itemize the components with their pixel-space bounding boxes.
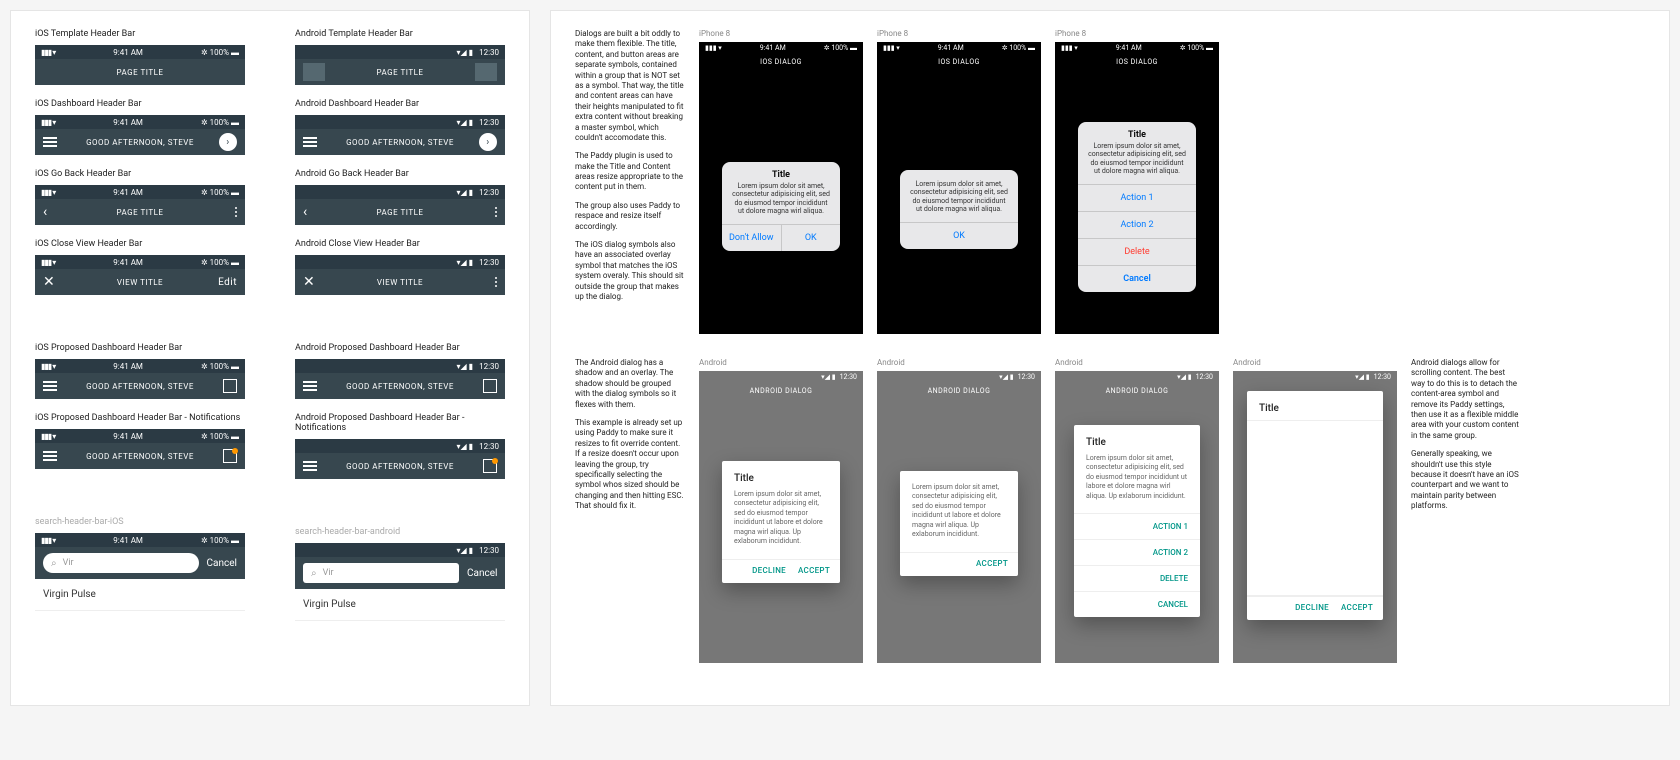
accept-button[interactable]: ACCEPT — [1341, 603, 1373, 612]
search-bar: ⌕ Vir Cancel — [295, 557, 505, 589]
header-bar: GOOD AFTERNOON, STEVE › — [35, 129, 245, 155]
ios-dialog: Title Lorem ipsum dolor sit amet, consec… — [1078, 122, 1196, 292]
decline-button[interactable]: DECLINE — [752, 566, 786, 575]
close-icon[interactable]: ✕ — [303, 274, 315, 290]
status-battery: ✲ 100% ▬ — [201, 48, 239, 57]
notification-badge-icon[interactable] — [223, 449, 237, 463]
hamburger-icon[interactable] — [43, 451, 57, 461]
search-cancel[interactable]: Cancel — [207, 558, 237, 569]
label-android-proposed: Android Proposed Dashboard Header Bar — [295, 343, 505, 353]
ios-dialog: Title Lorem ipsum dolor sit amet, consec… — [722, 162, 840, 251]
label-android-template: Android Template Header Bar — [295, 29, 505, 39]
android-dialog: Lorem ipsum dolor sit amet, consectetur … — [900, 471, 1018, 576]
signal-icon: ▮▮▮ ▾ — [41, 48, 55, 57]
hamburger-icon[interactable] — [303, 137, 317, 147]
label-ios-goback: iOS Go Back Header Bar — [35, 169, 245, 179]
label-android-dashboard: Android Dashboard Header Bar — [295, 99, 505, 109]
notes-ios: Dialogs are built a bit oddly to make th… — [575, 29, 685, 310]
dont-allow-button[interactable]: Don't Allow — [722, 225, 781, 251]
delete-button[interactable]: Delete — [1078, 238, 1196, 265]
search-cancel[interactable]: Cancel — [467, 568, 497, 579]
notification-badge-icon[interactable] — [483, 459, 497, 473]
search-result[interactable]: Virgin Pulse — [35, 579, 245, 611]
action2-button[interactable]: ACTION 2 — [1074, 539, 1200, 565]
placeholder-icon — [475, 63, 497, 81]
notification-icon[interactable] — [223, 379, 237, 393]
panel-dialogs: Dialogs are built a bit oddly to make th… — [550, 10, 1670, 706]
label-ios-proposed-notif: iOS Proposed Dashboard Header Bar - Noti… — [35, 413, 245, 423]
action1-button[interactable]: ACTION 1 — [1074, 513, 1200, 539]
ok-button[interactable]: OK — [900, 222, 1018, 249]
page-title: PAGE TITLE — [35, 68, 245, 77]
col-android: Android Template Header Bar ▾◢ ▮ 12:30 P… — [295, 29, 505, 647]
label-android-goback: Android Go Back Header Bar — [295, 169, 505, 179]
action2-button[interactable]: Action 2 — [1078, 211, 1196, 238]
label-search-ios: search-header-bar-iOS — [35, 517, 245, 527]
notes-android: The Android dialog has a shadow and an o… — [575, 358, 685, 519]
cancel-button[interactable]: Cancel — [1078, 265, 1196, 292]
label-ios-dashboard: iOS Dashboard Header Bar — [35, 99, 245, 109]
kebab-icon[interactable] — [235, 207, 237, 217]
close-icon[interactable]: ✕ — [43, 274, 55, 290]
label-ios-proposed: iOS Proposed Dashboard Header Bar — [35, 343, 245, 353]
placeholder-icon — [303, 63, 325, 81]
delete-button[interactable]: DELETE — [1074, 565, 1200, 591]
label-android-closeview: Android Close View Header Bar — [295, 239, 505, 249]
android-dialog-scroll: Title DECLINE ACCEPT — [1247, 391, 1383, 620]
greeting: GOOD AFTERNOON, STEVE — [35, 138, 245, 147]
label-search-android: search-header-bar-android — [295, 527, 505, 537]
search-bar: ⌕ Vir Cancel — [35, 547, 245, 579]
search-input[interactable]: ⌕ Vir — [303, 563, 459, 583]
android-dialog: Title Lorem ipsum dolor sit amet, consec… — [722, 461, 840, 583]
signal-icon: ▾◢ ▮ — [457, 48, 474, 57]
status-time: 9:41 AM — [113, 48, 143, 57]
label-android-proposed-notif: Android Proposed Dashboard Header Bar - … — [295, 413, 505, 433]
hamburger-icon[interactable] — [303, 381, 317, 391]
label-ios-closeview: iOS Close View Header Bar — [35, 239, 245, 249]
device-android: ▾◢ ▮12:30 ANDROID DIALOG Title Lorem ips… — [699, 371, 863, 663]
header-bar: PAGE TITLE — [35, 59, 245, 85]
signal-icon: ▮▮▮ ▾ — [41, 118, 55, 127]
device-ios: ▮▮▮ ▾9:41 AM✲ 100% ▬ IOS DIALOG Title Lo… — [699, 42, 863, 334]
status-bar: ▮▮▮ ▾ 9:41 AM ✲ 100% ▬ — [35, 45, 245, 59]
edit-button[interactable]: Edit — [218, 277, 237, 288]
label-ios-template: iOS Template Header Bar — [35, 29, 245, 39]
notification-icon[interactable] — [483, 379, 497, 393]
search-input[interactable]: ⌕ Vir — [43, 553, 199, 573]
col-ios: iOS Template Header Bar ▮▮▮ ▾ 9:41 AM ✲ … — [35, 29, 245, 647]
cancel-button[interactable]: CANCEL — [1074, 591, 1200, 617]
next-icon[interactable]: › — [479, 133, 497, 151]
next-icon[interactable]: › — [219, 133, 237, 151]
accept-button[interactable]: ACCEPT — [976, 559, 1008, 568]
back-icon[interactable]: ‹ — [303, 204, 308, 220]
decline-button[interactable]: DECLINE — [1295, 603, 1329, 612]
hamburger-icon[interactable] — [43, 381, 57, 391]
accept-button[interactable]: ACCEPT — [798, 566, 830, 575]
hamburger-icon[interactable] — [303, 461, 317, 471]
kebab-icon[interactable] — [495, 207, 497, 217]
ios-dialog: Lorem ipsum dolor sit amet, consectetur … — [900, 170, 1018, 249]
android-dialog: Title Lorem ipsum dolor sit amet, consec… — [1074, 425, 1200, 617]
search-icon: ⌕ — [311, 568, 317, 579]
dialog-body: Lorem ipsum dolor sit amet, consectetur … — [722, 182, 840, 224]
ok-button[interactable]: OK — [781, 225, 841, 251]
action1-button[interactable]: Action 1 — [1078, 184, 1196, 211]
status-bar: ▮▮▮ ▾ 9:41 AM ✲ 100% ▬ — [35, 115, 245, 129]
kebab-icon[interactable] — [495, 277, 497, 287]
dialog-scroll-area[interactable] — [1247, 420, 1383, 596]
notes-scroll: Android dialogs allow for scrolling cont… — [1411, 358, 1521, 519]
hamburger-icon[interactable] — [43, 137, 57, 147]
back-icon[interactable]: ‹ — [43, 204, 48, 220]
dialog-title: Title — [722, 162, 840, 182]
search-icon: ⌕ — [51, 558, 57, 569]
panel-header-bars: iOS Template Header Bar ▮▮▮ ▾ 9:41 AM ✲ … — [10, 10, 530, 706]
device-label: iPhone 8 — [699, 29, 863, 38]
search-result[interactable]: Virgin Pulse — [295, 589, 505, 621]
